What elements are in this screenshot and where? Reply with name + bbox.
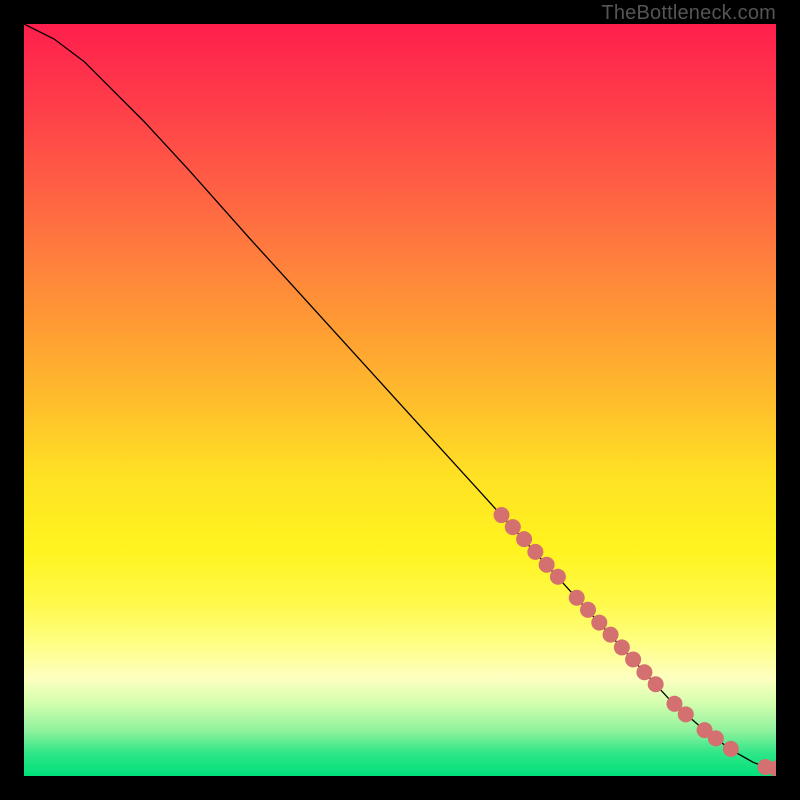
- chart-marker: [550, 569, 566, 585]
- chart-marker: [625, 651, 641, 667]
- chart-line: [24, 24, 776, 768]
- chart-marker: [708, 730, 724, 746]
- chart-marker: [636, 664, 652, 680]
- chart-marker: [539, 557, 555, 573]
- chart-marker: [580, 602, 596, 618]
- chart-marker: [591, 615, 607, 631]
- chart-marker: [723, 741, 739, 757]
- chart-marker: [603, 627, 619, 643]
- chart-marker: [678, 706, 694, 722]
- chart-marker: [527, 544, 543, 560]
- chart-marker: [494, 507, 510, 523]
- plot-area: [24, 24, 776, 776]
- chart-marker: [648, 676, 664, 692]
- chart-marker: [505, 519, 521, 535]
- chart-overlay: [24, 24, 776, 776]
- chart-marker: [569, 590, 585, 606]
- chart-marker: [516, 531, 532, 547]
- chart-stage: TheBottleneck.com: [0, 0, 800, 800]
- chart-marker: [614, 639, 630, 655]
- chart-markers: [494, 507, 776, 776]
- attribution-text: TheBottleneck.com: [601, 2, 776, 25]
